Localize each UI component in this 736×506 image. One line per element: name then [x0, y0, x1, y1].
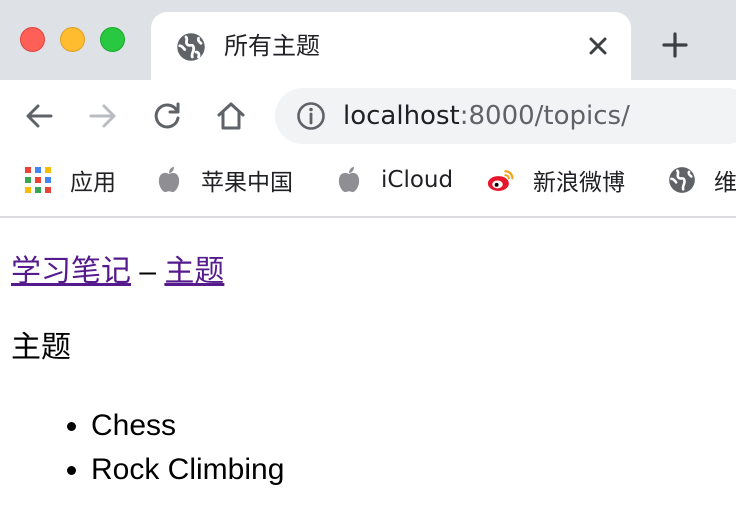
bookmark-wiki[interactable]: 维	[668, 164, 736, 196]
apple-icon	[155, 166, 183, 194]
new-tab-button[interactable]	[658, 28, 692, 62]
page-title: 主题	[11, 331, 71, 364]
url-text: localhost:8000/topics/	[343, 100, 630, 132]
globe-icon	[176, 32, 206, 62]
home-button[interactable]	[213, 98, 249, 134]
reload-button[interactable]	[149, 98, 185, 134]
bookmark-label: 苹果中国	[201, 170, 293, 196]
bookmark-label: 应用	[70, 170, 116, 196]
address-bar[interactable]: localhost:8000/topics/	[275, 88, 736, 144]
active-tab[interactable]: 所有主题	[151, 12, 631, 80]
back-button[interactable]	[21, 98, 57, 134]
topic-list: Chess Rock Climbing	[11, 404, 284, 492]
apple-icon	[335, 166, 363, 194]
list-item: Rock Climbing	[91, 448, 284, 492]
toolbar: localhost:8000/topics/	[0, 80, 736, 152]
close-window-button[interactable]	[20, 27, 45, 52]
url-host: localhost	[343, 101, 460, 131]
apps-grid-icon	[24, 166, 52, 194]
forward-button[interactable]	[85, 98, 121, 134]
breadcrumb: 学习笔记 – 主题	[11, 252, 224, 292]
bookmark-label: iCloud	[381, 167, 454, 193]
bookmark-weibo[interactable]: 新浪微博	[487, 164, 625, 196]
topics-link[interactable]: 主题	[164, 255, 224, 288]
close-tab-icon[interactable]	[583, 31, 613, 61]
bookmark-icloud[interactable]: iCloud	[335, 164, 453, 196]
url-path: :8000/topics/	[459, 101, 630, 131]
maximize-window-button[interactable]	[100, 27, 125, 52]
minimize-window-button[interactable]	[60, 27, 85, 52]
breadcrumb-separator: –	[139, 255, 157, 288]
weibo-icon	[487, 166, 515, 194]
home-link[interactable]: 学习笔记	[11, 255, 131, 288]
browser-window: 所有主题 localhost:8000/topics/ 应用 苹果中国 iClo…	[0, 0, 736, 506]
info-icon[interactable]	[296, 101, 326, 131]
bookmark-apps[interactable]: 应用	[24, 164, 116, 196]
bookmark-label: 维	[714, 170, 736, 196]
bookmarks-bar: 应用 苹果中国 iCloud 新浪微博 维	[0, 152, 736, 218]
bookmark-apple-china[interactable]: 苹果中国	[155, 164, 293, 196]
bookmark-label: 新浪微博	[533, 170, 625, 196]
tab-strip: 所有主题	[0, 0, 736, 80]
globe-icon	[668, 166, 696, 194]
list-item: Chess	[91, 404, 284, 448]
tab-title: 所有主题	[224, 32, 320, 60]
